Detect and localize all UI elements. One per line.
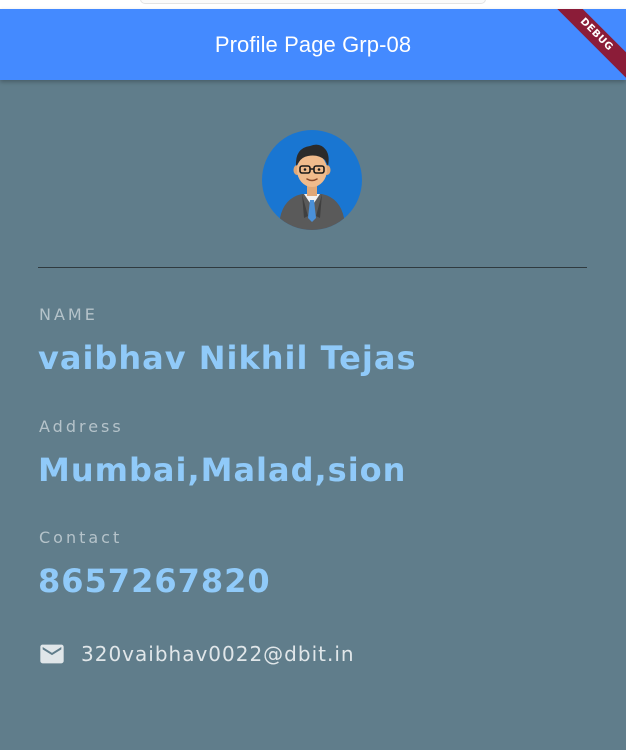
app-bar: Profile Page Grp-08 (0, 9, 626, 80)
address-label: Address (39, 417, 124, 436)
address-value: Mumbai,Malad,sion (38, 451, 407, 489)
profile-divider (38, 267, 587, 268)
mail-icon (40, 644, 64, 664)
email-row[interactable]: 320vaibhav0022@dbit.in (38, 640, 355, 668)
contact-value: 8657267820 (38, 562, 271, 600)
cartoon-man-avatar-icon (280, 144, 344, 230)
browser-address-pill (140, 0, 486, 4)
browser-top-strip (0, 0, 626, 9)
debug-banner-container: DEBUG (546, 9, 626, 89)
name-label: NAME (39, 305, 98, 324)
app-bar-title: Profile Page Grp-08 (214, 31, 412, 57)
avatar (262, 130, 362, 230)
debug-banner: DEBUG (547, 9, 626, 84)
contact-label: Contact (39, 528, 123, 547)
name-value: vaibhav Nikhil Tejas (38, 339, 417, 377)
email-text: 320vaibhav0022@dbit.in (81, 642, 355, 666)
